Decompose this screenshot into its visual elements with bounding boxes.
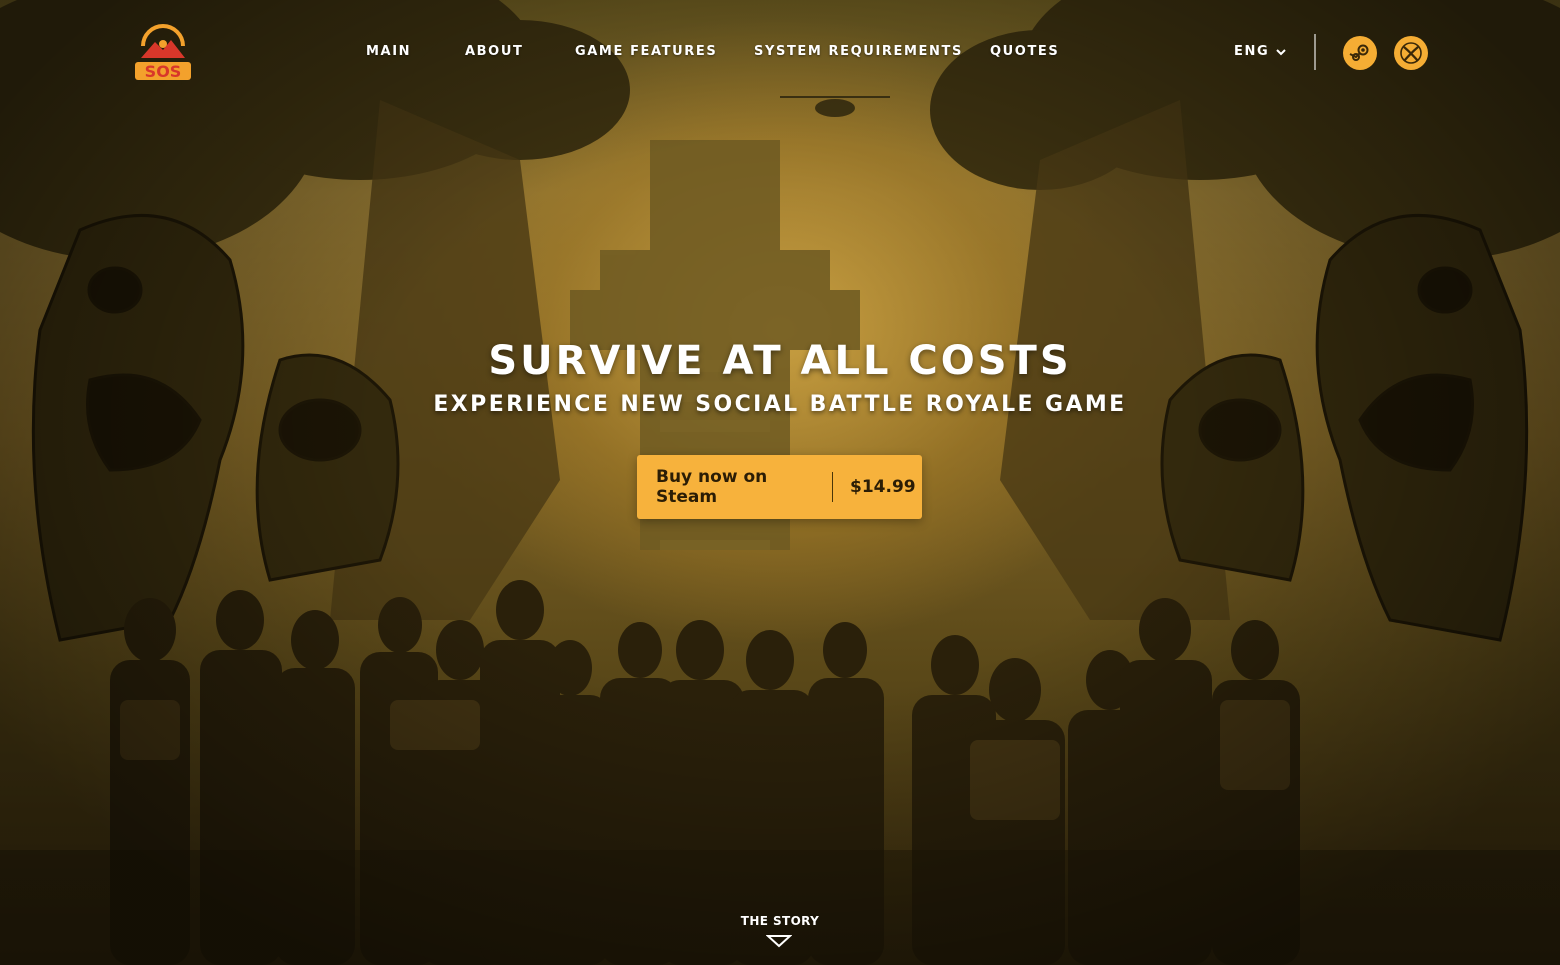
- nav-system-requirements[interactable]: SYSTEM REQUIREMENTS: [754, 44, 963, 59]
- chevron-down-icon: [1276, 48, 1286, 55]
- sos-logo[interactable]: SOS: [133, 22, 193, 82]
- logo-text: SOS: [145, 62, 182, 81]
- hero-title: SURVIVE AT ALL COSTS: [488, 338, 1072, 384]
- nav-main[interactable]: MAIN: [366, 44, 411, 59]
- steam-link[interactable]: [1343, 36, 1377, 70]
- buy-button-label: Buy now on Steam: [656, 467, 768, 507]
- steam-icon: [1349, 44, 1369, 61]
- the-story-link[interactable]: THE STORY: [0, 914, 1560, 928]
- xbox-link[interactable]: [1394, 36, 1428, 70]
- header-divider: [1314, 34, 1316, 70]
- price-label: $14.99: [850, 477, 916, 497]
- nav-game-features[interactable]: GAME FEATURES: [575, 44, 717, 59]
- nav-quotes[interactable]: QUOTES: [990, 44, 1059, 59]
- xbox-icon: [1400, 42, 1422, 64]
- mountain-sun-logo-icon: SOS: [135, 24, 191, 81]
- nav-about[interactable]: ABOUT: [465, 44, 523, 59]
- buy-now-button[interactable]: Buy now on Steam $14.99: [637, 455, 922, 519]
- hero-subtitle: EXPERIENCE NEW SOCIAL BATTLE ROYALE GAME: [433, 392, 1127, 417]
- language-selector[interactable]: ENG: [1234, 44, 1287, 59]
- language-label: ENG: [1234, 44, 1270, 59]
- chevron-down-outline-icon[interactable]: [766, 934, 792, 948]
